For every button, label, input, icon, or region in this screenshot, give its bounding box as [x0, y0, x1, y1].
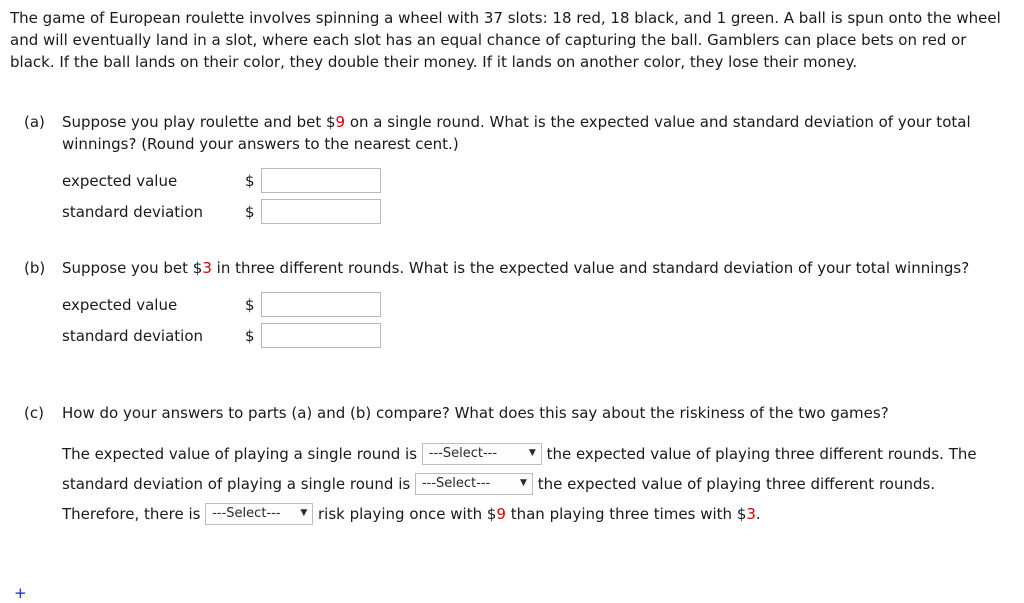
part-c-currency-2: $ [736, 505, 747, 523]
part-c-amount-1: 9 [496, 505, 506, 523]
part-b-prompt-text-before: Suppose you bet [62, 259, 193, 277]
part-b: (b) Suppose you bet $3 in three differen… [10, 257, 1004, 351]
part-a-bet-amount: 9 [335, 113, 346, 131]
plus-icon[interactable]: + [14, 586, 27, 601]
part-a-expected-value-input[interactable] [261, 168, 381, 193]
chevron-down-icon: ▼ [520, 478, 527, 488]
part-b-standard-deviation-currency: $ [245, 326, 255, 345]
part-a-currency-symbol: $ [325, 113, 336, 131]
part-b-standard-deviation-label: standard deviation [62, 326, 204, 345]
part-c-label: (c) [24, 404, 44, 422]
part-c-statement: The expected value of playing a single r… [62, 439, 1007, 529]
standard-deviation-comparison-select[interactable]: ---Select--- ▼ [414, 472, 533, 495]
part-b-prompt-text-after: in three different rounds. What is the e… [211, 259, 970, 277]
part-b-prompt-row: (b) Suppose you bet $3 in three differen… [10, 257, 1004, 279]
part-a-answers: expected value $ standard deviation $ [62, 165, 1004, 227]
part-c-segment-5: than playing three times with [505, 505, 737, 523]
risk-comparison-select[interactable]: ---Select--- ▼ [205, 502, 314, 525]
part-a-expected-value-currency: $ [245, 171, 255, 190]
part-b-answers: expected value $ standard deviation $ [62, 289, 1004, 351]
part-c-prompt-row: (c) How do your answers to parts (a) and… [10, 402, 1004, 424]
part-b-currency-symbol: $ [192, 259, 203, 277]
part-a-expected-value-label: expected value [62, 171, 178, 190]
part-a-label: (a) [24, 113, 45, 131]
part-b-expected-value-currency: $ [245, 295, 255, 314]
part-a-expected-value-row: expected value $ [62, 165, 1004, 196]
risk-comparison-select-value: ---Select--- [212, 505, 281, 521]
part-c-prompt: How do your answers to parts (a) and (b)… [62, 404, 889, 422]
part-a: (a) Suppose you play roulette and bet $9… [10, 111, 1004, 227]
part-a-prompt-row: (a) Suppose you play roulette and bet $9… [10, 111, 1004, 155]
part-c-amount-2: 3 [746, 505, 756, 523]
part-a-prompt-text-before: Suppose you play roulette and bet [62, 113, 326, 131]
expected-value-comparison-select-value: ---Select--- [428, 445, 498, 461]
part-c: (c) How do your answers to parts (a) and… [10, 402, 1004, 529]
part-b-bet-amount: 3 [202, 259, 212, 277]
part-a-standard-deviation-input[interactable] [261, 199, 381, 224]
part-a-standard-deviation-row: standard deviation $ [62, 196, 1004, 227]
chevron-down-icon: ▼ [300, 508, 308, 518]
question-page: The game of European roulette involves s… [0, 0, 1024, 603]
part-a-prompt: Suppose you play roulette and bet $9 on … [62, 111, 1004, 155]
part-c-segment-1: The expected value of playing a single r… [62, 445, 422, 463]
part-b-standard-deviation-row: standard deviation $ [62, 320, 1004, 351]
part-b-standard-deviation-input[interactable] [261, 323, 381, 348]
part-a-standard-deviation-currency: $ [245, 202, 255, 221]
chevron-down-icon: ▼ [528, 448, 536, 458]
standard-deviation-comparison-select-value: ---Select--- [421, 475, 491, 491]
expected-value-comparison-select[interactable]: ---Select--- ▼ [421, 442, 542, 465]
part-b-expected-value-label: expected value [62, 295, 178, 314]
part-b-prompt: Suppose you bet $3 in three different ro… [62, 257, 1004, 279]
part-c-currency-1: $ [486, 505, 497, 523]
part-c-segment-4: risk playing once with [313, 505, 487, 523]
part-b-label: (b) [24, 259, 46, 277]
part-c-segment-6: . [755, 505, 761, 523]
problem-intro-paragraph: The game of European roulette involves s… [10, 9, 1001, 71]
part-b-expected-value-input[interactable] [261, 292, 381, 317]
part-b-expected-value-row: expected value $ [62, 289, 1004, 320]
part-a-standard-deviation-label: standard deviation [62, 202, 204, 221]
